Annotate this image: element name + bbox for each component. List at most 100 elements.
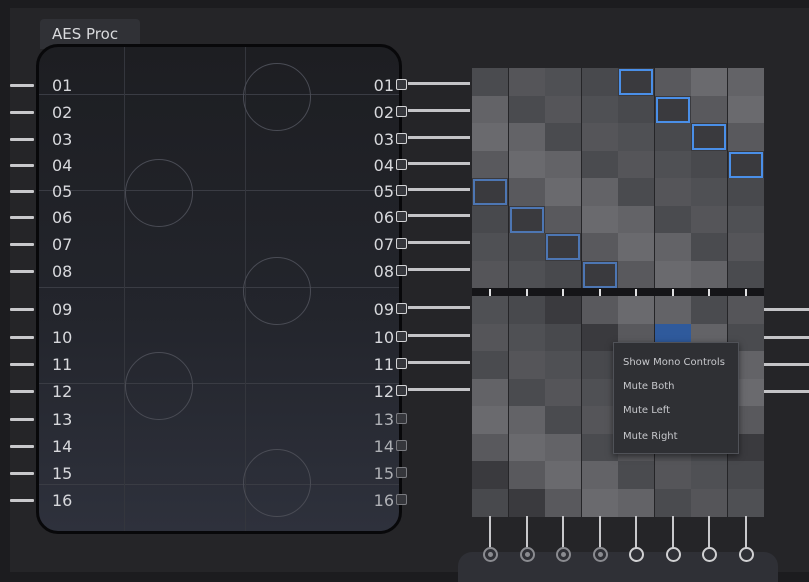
bus-connector-knob[interactable] [592,547,608,562]
matrix-cell[interactable] [545,178,581,206]
matrix-cell[interactable] [508,406,545,434]
matrix-cell[interactable] [545,68,581,96]
selected-crosspoint[interactable] [619,69,653,95]
matrix-cell[interactable] [691,461,727,489]
output-jack[interactable] [396,413,407,424]
matrix-cell[interactable] [581,488,618,517]
matrix-cell[interactable] [472,260,508,289]
matrix-cell[interactable] [691,488,727,517]
matrix-cell[interactable] [508,123,545,151]
output-jack[interactable] [396,185,407,196]
matrix-cell[interactable] [508,260,545,289]
matrix-cell[interactable] [618,150,654,179]
matrix-cell[interactable] [472,123,508,151]
matrix-cell[interactable] [727,95,764,124]
matrix-cell[interactable] [654,205,691,234]
matrix-cell[interactable] [691,68,727,96]
matrix-cell[interactable] [545,351,581,379]
matrix-cell[interactable] [654,233,691,261]
output-jack[interactable] [396,159,407,170]
matrix-cell[interactable] [691,95,727,124]
output-jack[interactable] [396,385,407,396]
matrix-cell[interactable] [654,461,691,489]
matrix-cell[interactable] [691,260,727,289]
matrix-cell[interactable] [618,260,654,289]
output-jack[interactable] [396,133,407,144]
matrix-cell[interactable] [508,296,545,324]
output-jack[interactable] [396,303,407,314]
matrix-cell[interactable] [472,205,508,234]
bus-connector-knob[interactable] [665,547,681,562]
matrix-cell[interactable] [545,461,581,489]
matrix-cell[interactable] [727,68,764,96]
menu-item-mute-right[interactable]: Mute Right [623,427,678,447]
matrix-cell[interactable] [581,123,618,151]
matrix-cell[interactable] [581,296,618,324]
matrix-cell[interactable] [727,260,764,289]
matrix-cell[interactable] [545,488,581,517]
output-jack[interactable] [396,358,407,369]
bus-connector-knob[interactable] [556,547,571,562]
matrix-cell[interactable] [508,488,545,517]
process-node[interactable] [125,159,193,227]
output-jack[interactable] [396,106,407,117]
matrix-cell[interactable] [691,178,727,206]
matrix-cell[interactable] [545,123,581,151]
output-jack[interactable] [396,331,407,342]
output-jack[interactable] [396,79,407,90]
matrix-cell[interactable] [618,205,654,234]
matrix-cell[interactable] [618,123,654,151]
matrix-cell[interactable] [508,150,545,179]
matrix-cell[interactable] [691,205,727,234]
bus-connector-knob[interactable] [702,547,717,562]
matrix-cell[interactable] [691,233,727,261]
matrix-cell[interactable] [472,433,508,462]
matrix-cell[interactable] [618,178,654,206]
output-jack[interactable] [396,265,407,276]
matrix-cell[interactable] [545,323,581,352]
matrix-cell[interactable] [581,205,618,234]
output-jack[interactable] [396,467,407,478]
process-node[interactable] [243,449,311,517]
matrix-cell[interactable] [472,95,508,124]
matrix-cell[interactable] [691,296,727,324]
matrix-cell[interactable] [472,323,508,352]
routing-matrix-upper[interactable] [472,68,764,289]
output-jack[interactable] [396,440,407,451]
matrix-cell[interactable] [654,68,691,96]
output-jack[interactable] [396,238,407,249]
selected-crosspoint[interactable] [473,179,507,205]
matrix-cell[interactable] [472,488,508,517]
matrix-cell[interactable] [618,95,654,124]
matrix-cell[interactable] [472,296,508,324]
matrix-cell[interactable] [545,378,581,407]
matrix-cell[interactable] [472,233,508,261]
matrix-cell[interactable] [618,461,654,489]
matrix-cell[interactable] [545,150,581,179]
selected-crosspoint[interactable] [692,124,726,150]
matrix-cell[interactable] [545,95,581,124]
matrix-cell[interactable] [508,95,545,124]
matrix-cell[interactable] [508,233,545,261]
output-jack[interactable] [396,494,407,505]
selected-crosspoint[interactable] [655,96,690,123]
matrix-cell[interactable] [472,406,508,434]
matrix-cell[interactable] [508,433,545,462]
matrix-cell[interactable] [472,378,508,407]
matrix-cell[interactable] [545,433,581,462]
matrix-cell[interactable] [654,260,691,289]
matrix-cell[interactable] [508,351,545,379]
bus-connector-knob[interactable] [483,547,498,562]
matrix-cell[interactable] [581,95,618,124]
matrix-cell[interactable] [727,205,764,234]
matrix-cell[interactable] [654,150,691,179]
matrix-cell[interactable] [727,488,764,517]
matrix-cell[interactable] [618,488,654,517]
matrix-cell[interactable] [508,323,545,352]
output-jack[interactable] [396,211,407,222]
matrix-cell[interactable] [508,378,545,407]
matrix-cell[interactable] [508,68,545,96]
bus-connector-knob[interactable] [519,547,535,562]
menu-item-mute-both[interactable]: Mute Both [623,377,674,397]
matrix-cell[interactable] [581,233,618,261]
